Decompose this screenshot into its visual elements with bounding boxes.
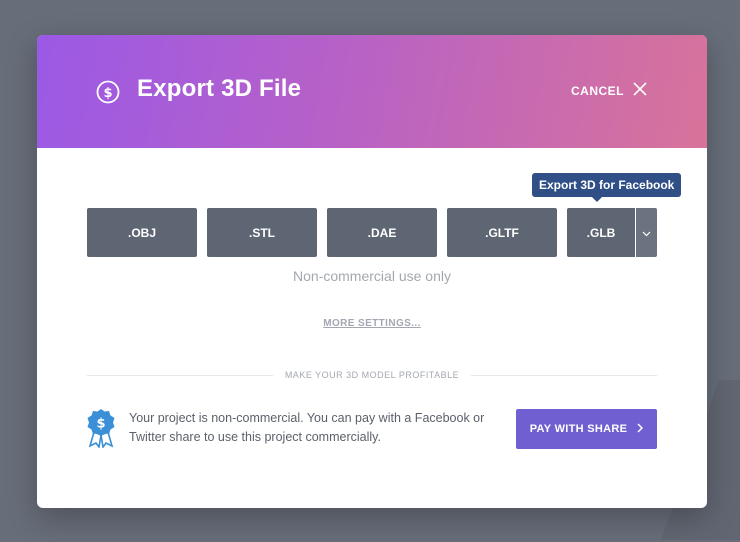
divider-line-left xyxy=(87,374,273,376)
divider-line-right xyxy=(471,374,657,376)
format-stl-button[interactable]: .STL xyxy=(207,208,317,257)
svg-text:$: $ xyxy=(96,417,105,432)
format-dae-button[interactable]: .DAE xyxy=(327,208,437,257)
pay-button-label: PAY WITH SHARE xyxy=(529,423,628,435)
cancel-button[interactable]: CANCEL xyxy=(571,81,648,100)
modal-header: $ Export 3D File CANCEL xyxy=(37,35,707,148)
format-glb-dropdown[interactable] xyxy=(636,208,657,257)
facebook-export-tooltip: Export 3D for Facebook xyxy=(532,173,682,202)
cancel-label: CANCEL xyxy=(571,83,624,98)
section-divider: MAKE YOUR 3D MODEL PROFITABLE xyxy=(87,370,657,380)
export-modal: $ Export 3D File CANCEL Export 3D for Fa… xyxy=(37,35,707,508)
format-obj-button[interactable]: .OBJ xyxy=(87,208,197,257)
format-buttons: .OBJ .STL .DAE .GLTF .GLB xyxy=(87,208,657,257)
close-icon xyxy=(632,81,648,100)
pay-with-share-button[interactable]: PAY WITH SHARE xyxy=(516,409,657,449)
format-glb-split-button: .GLB xyxy=(567,208,657,257)
more-settings-link[interactable]: MORE SETTINGS... xyxy=(37,318,707,329)
chevron-down-icon xyxy=(642,224,651,242)
dollar-coin-icon: $ xyxy=(96,80,120,104)
license-note: Non-commercial use only xyxy=(293,268,451,284)
format-gltf-button[interactable]: .GLTF xyxy=(447,208,557,257)
format-glb-button[interactable]: .GLB xyxy=(567,208,635,257)
modal-title: Export 3D File xyxy=(137,75,302,102)
dollar-badge-icon: $ xyxy=(86,408,116,449)
divider-label: MAKE YOUR 3D MODEL PROFITABLE xyxy=(284,370,460,380)
promo-message: Your project is non-commercial. You can … xyxy=(129,411,485,444)
svg-text:$: $ xyxy=(103,86,112,101)
chevron-right-icon xyxy=(637,422,644,436)
